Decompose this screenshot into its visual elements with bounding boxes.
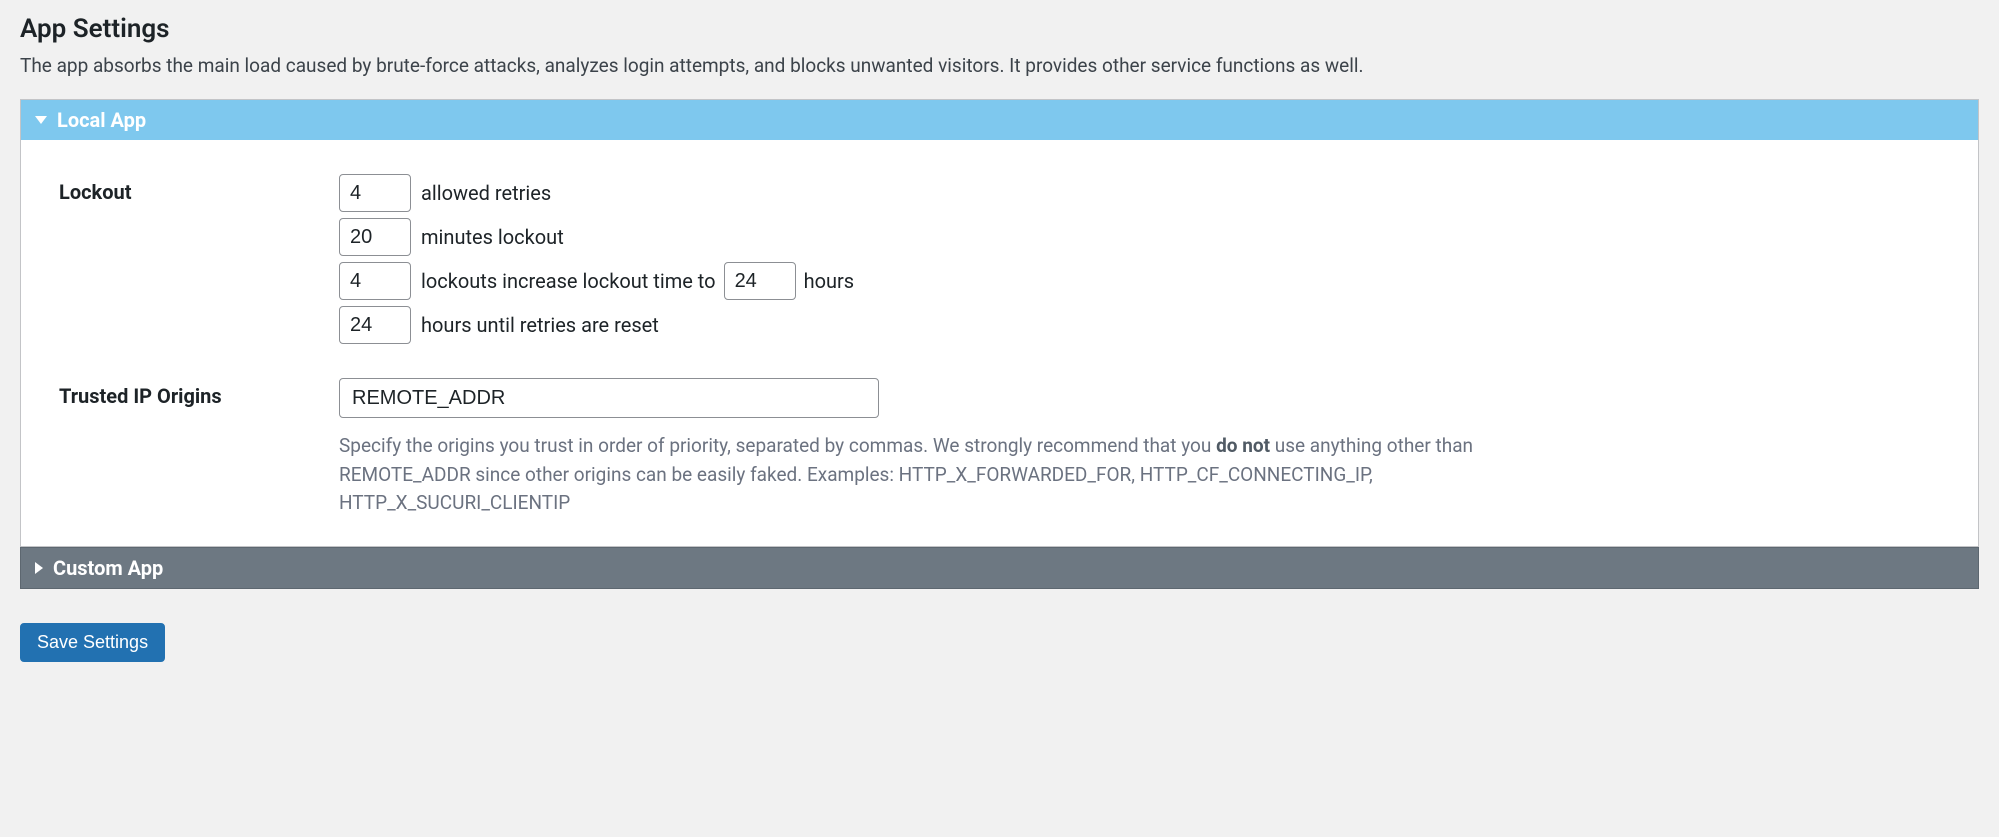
local-app-body: Lockout allowed retries minutes lockout … bbox=[21, 140, 1978, 546]
allowed-retries-label: allowed retries bbox=[421, 181, 551, 205]
trusted-ip-help-bold: do not bbox=[1216, 434, 1270, 457]
local-app-header[interactable]: Local App bbox=[21, 100, 1978, 140]
minutes-lockout-input[interactable] bbox=[339, 218, 411, 256]
page-description: The app absorbs the main load caused by … bbox=[20, 54, 1979, 77]
trusted-ip-help-pre: Specify the origins you trust in order o… bbox=[339, 434, 1216, 457]
minutes-lockout-label: minutes lockout bbox=[421, 225, 564, 249]
custom-app-header[interactable]: Custom App bbox=[20, 547, 1979, 589]
caret-right-icon bbox=[35, 562, 43, 574]
allowed-retries-line: allowed retries bbox=[339, 174, 1940, 212]
trusted-ip-row: Trusted IP Origins Specify the origins y… bbox=[59, 378, 1940, 518]
hours-until-reset-line: hours until retries are reset bbox=[339, 306, 1940, 344]
save-settings-button[interactable]: Save Settings bbox=[20, 623, 165, 662]
lockouts-increase-label-post: hours bbox=[804, 269, 855, 293]
trusted-ip-input[interactable] bbox=[339, 378, 879, 418]
lockouts-increase-hours-input[interactable] bbox=[724, 262, 796, 300]
lockout-row: Lockout allowed retries minutes lockout … bbox=[59, 174, 1940, 344]
caret-down-icon bbox=[35, 116, 47, 124]
lockouts-increase-line: lockouts increase lockout time to hours bbox=[339, 262, 1940, 300]
hours-until-reset-input[interactable] bbox=[339, 306, 411, 344]
lockouts-increase-count-input[interactable] bbox=[339, 262, 411, 300]
local-app-title: Local App bbox=[57, 108, 146, 132]
lockouts-increase-label-pre: lockouts increase lockout time to bbox=[421, 269, 716, 293]
lockout-fields: allowed retries minutes lockout lockouts… bbox=[339, 174, 1940, 344]
minutes-lockout-line: minutes lockout bbox=[339, 218, 1940, 256]
local-app-section: Local App Lockout allowed retries minute… bbox=[20, 99, 1979, 547]
page-title: App Settings bbox=[20, 14, 1979, 44]
lockout-label: Lockout bbox=[59, 174, 339, 204]
trusted-ip-field: Specify the origins you trust in order o… bbox=[339, 378, 1940, 518]
hours-until-reset-label: hours until retries are reset bbox=[421, 313, 659, 337]
allowed-retries-input[interactable] bbox=[339, 174, 411, 212]
custom-app-title: Custom App bbox=[53, 556, 163, 580]
trusted-ip-label: Trusted IP Origins bbox=[59, 378, 339, 408]
trusted-ip-help: Specify the origins you trust in order o… bbox=[339, 432, 1479, 518]
